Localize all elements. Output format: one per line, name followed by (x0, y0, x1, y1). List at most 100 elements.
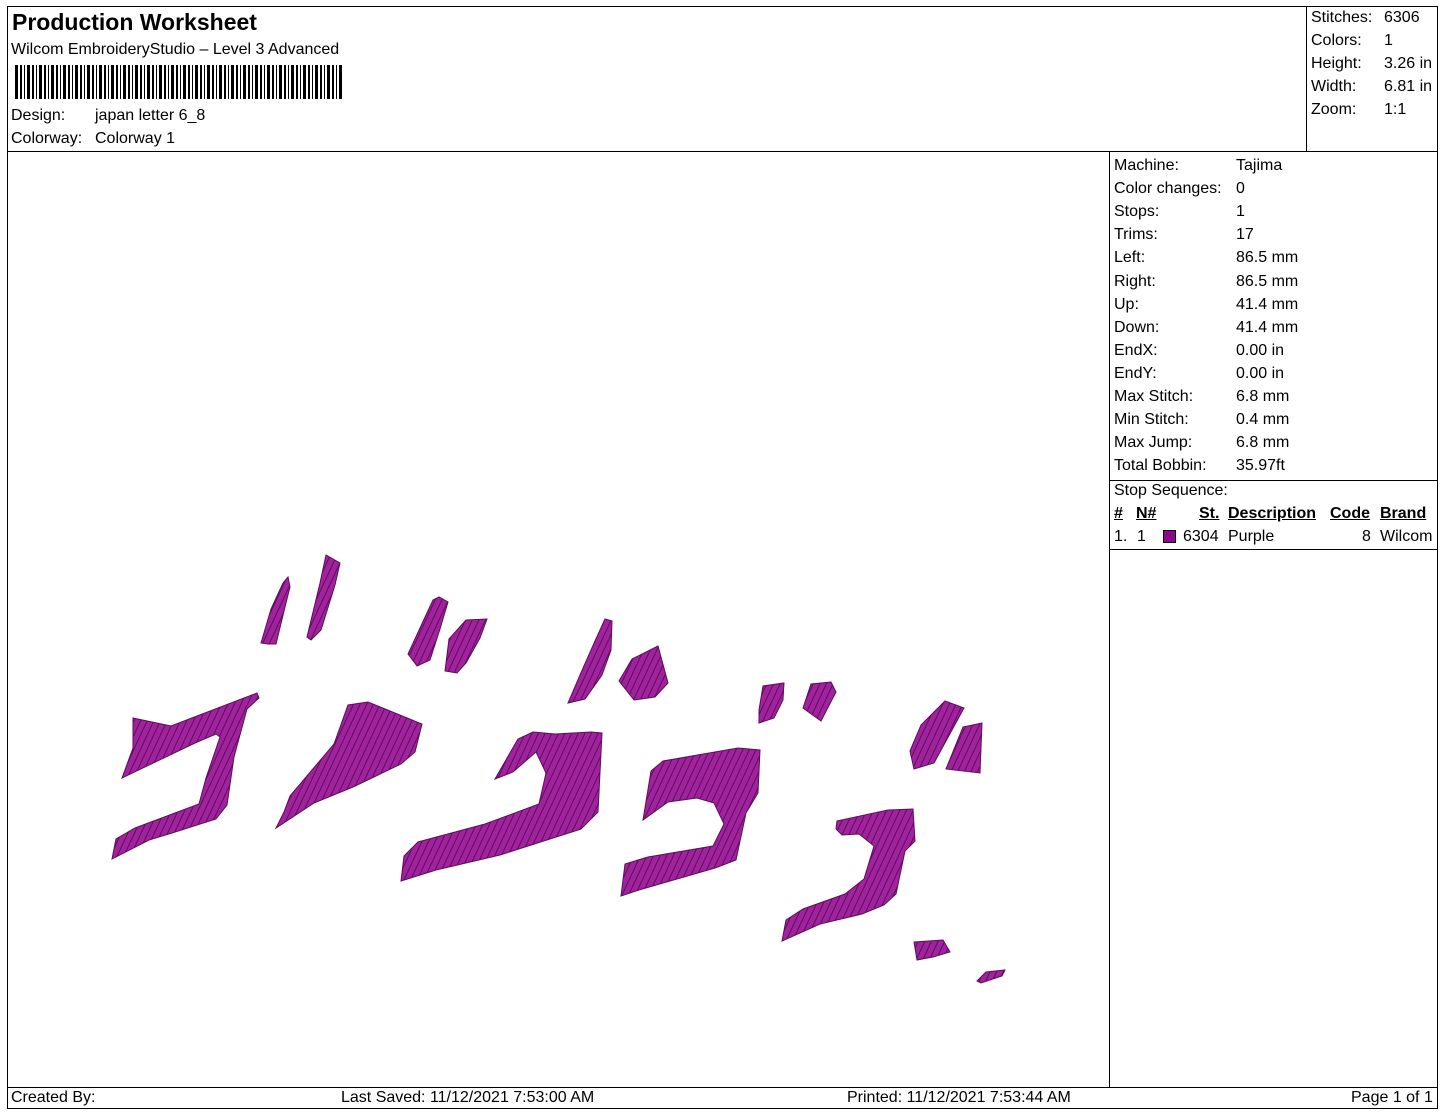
glyph-mark (618, 645, 669, 701)
glyph-mark (444, 618, 488, 674)
info-value: 86.5 mm (1236, 249, 1299, 267)
embroidery-design-image (111, 554, 1006, 984)
glyph-shape (620, 747, 761, 897)
width-value: 6.81 in (1384, 78, 1433, 95)
info-row: EndY: 0.00 in (1114, 364, 1284, 387)
info-label: Max Stitch: (1114, 388, 1194, 405)
row-stitches: 6304 (1183, 528, 1219, 545)
info-row: Min Stitch: 0.4 mm (1114, 410, 1289, 433)
info-row: Machine: Tajima (1114, 156, 1282, 179)
info-value: 0 (1236, 180, 1245, 198)
info-row: Trims: 17 (1114, 225, 1254, 248)
section-divider (1110, 480, 1437, 481)
printed-date: Printed: 11/12/2021 7:53:44 AM (847, 1089, 1071, 1106)
info-value: 1 (1236, 203, 1245, 221)
info-row: Stops: 1 (1114, 202, 1245, 225)
col-header-code: Code (1330, 505, 1370, 522)
stitches-value: 6306 (1384, 9, 1420, 26)
design-name: japan letter 6_8 (95, 107, 206, 124)
info-value: 41.4 mm (1236, 295, 1299, 313)
row-brand: Wilcom (1380, 528, 1433, 545)
last-saved: Last Saved: 11/12/2021 7:53:00 AM (341, 1089, 595, 1106)
design-preview (8, 152, 1110, 1087)
glyph-mark (260, 575, 291, 645)
info-value: 0.00 in (1236, 364, 1285, 382)
glyph-mark (407, 596, 449, 667)
colorway-label: Colorway: (11, 130, 83, 147)
info-row: Left: 86.5 mm (1114, 248, 1298, 271)
page-number: Page 1 of 1 (1351, 1089, 1433, 1106)
glyph-mark (976, 969, 1006, 984)
info-row: Down: 41.4 mm (1114, 318, 1298, 341)
info-label: Color changes: (1114, 180, 1222, 198)
stop-sequence-heading: Stop Sequence: (1114, 482, 1228, 499)
row-description: Purple (1228, 528, 1275, 545)
created-by: Created By: (11, 1089, 96, 1106)
info-label: Max Jump: (1114, 434, 1193, 452)
col-header-stitches: St. (1199, 505, 1220, 522)
zoom-label: Zoom: (1311, 101, 1357, 118)
info-value: 86.5 mm (1236, 272, 1299, 290)
design-label: Design: (11, 107, 66, 124)
col-header-brand: Brand (1380, 505, 1427, 522)
info-label: Min Stitch: (1114, 411, 1189, 429)
glyph-mark (758, 682, 785, 724)
glyph-mark (567, 618, 613, 704)
row-code: 8 (1362, 528, 1371, 545)
info-value: 0.4 mm (1236, 411, 1290, 429)
height-row: Height: 3.26 in (1311, 55, 1432, 73)
width-row: Width: 6.81 in (1311, 78, 1432, 96)
info-row: Color changes: 0 (1114, 179, 1245, 202)
info-label: EndX: (1114, 341, 1158, 359)
glyph-mark (802, 681, 837, 722)
info-row: Max Jump: 6.8 mm (1114, 433, 1289, 456)
info-value: 35.97ft (1236, 457, 1285, 475)
worksheet-header: Production Worksheet Wilcom EmbroiderySt… (8, 7, 1307, 152)
info-row: Max Stitch: 6.8 mm (1114, 387, 1289, 410)
colors-value: 1 (1384, 32, 1393, 49)
info-label: Down: (1114, 318, 1160, 336)
stitches-row: Stitches: 6306 (1311, 9, 1420, 27)
info-value: 41.4 mm (1236, 318, 1299, 336)
production-worksheet: Production Worksheet Wilcom EmbroiderySt… (7, 6, 1438, 1109)
software-name: Wilcom EmbroideryStudio – Level 3 Advanc… (11, 41, 340, 58)
design-row: Design: japan letter 6_8 (11, 107, 205, 125)
glyph-shape (781, 808, 916, 942)
embroidered-glyphs (111, 554, 1006, 984)
worksheet-title: Production Worksheet (12, 9, 257, 35)
design-summary: Stitches: 6306 Colors: 1 Height: 3.26 in Wi… (1307, 7, 1437, 152)
stitches-label: Stitches: (1311, 9, 1373, 26)
colorway-name: Colorway 1 (95, 130, 176, 147)
barcode-icon (15, 65, 342, 99)
colors-label: Colors: (1311, 32, 1362, 49)
colors-row: Colors: 1 (1311, 32, 1393, 50)
info-label: Total Bobbin: (1114, 457, 1207, 475)
info-label: Up: (1114, 295, 1139, 313)
info-value: 0.00 in (1236, 341, 1285, 359)
col-header-needle: N# (1136, 505, 1157, 522)
colorway-row: Colorway: Colorway 1 (11, 130, 175, 148)
worksheet-footer: Created By: Last Saved: 11/12/2021 7:53:… (8, 1087, 1437, 1108)
info-label: Stops: (1114, 203, 1160, 221)
zoom-value: 1:1 (1384, 101, 1407, 118)
height-value: 3.26 in (1384, 55, 1433, 72)
info-value: 17 (1236, 226, 1254, 244)
machine-info-panel: Machine: Tajima Color changes: 0 Stops: 1 Trim… (1110, 152, 1437, 1087)
info-row: Total Bobbin: 35.97ft (1114, 456, 1285, 479)
glyph-mark (913, 939, 951, 961)
thread-color-swatch (1163, 530, 1176, 543)
width-label: Width: (1311, 78, 1357, 95)
info-label: Right: (1114, 272, 1156, 290)
height-label: Height: (1311, 55, 1362, 72)
info-value: 6.8 mm (1236, 388, 1290, 405)
glyph-shape (111, 692, 260, 860)
info-value: 6.8 mm (1236, 434, 1290, 452)
info-label: Left: (1114, 249, 1146, 267)
col-header-number: # (1114, 505, 1123, 522)
row-needle: 1 (1137, 528, 1146, 545)
row-number: 1. (1114, 528, 1128, 545)
info-label: EndY: (1114, 364, 1157, 382)
info-row: Up: 41.4 mm (1114, 295, 1298, 318)
info-label: Machine: (1114, 157, 1179, 174)
glyph-shape (274, 701, 423, 830)
